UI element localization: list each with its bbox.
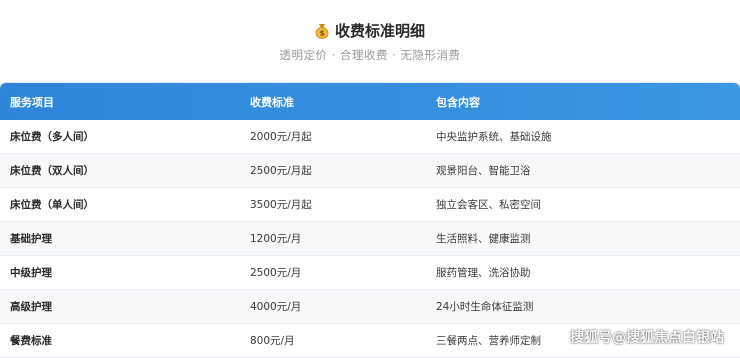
cell-service: 床位费（单人间） — [0, 187, 240, 222]
cell-service: 床位费（双人间） — [0, 153, 240, 188]
money-bag-icon: $ — [315, 23, 329, 39]
cell-price: 2000元/月起 — [240, 120, 426, 154]
title-row: $ 收费标准明细 — [0, 20, 740, 41]
page-subtitle: 透明定价 · 合理收费 · 无隐形消费 — [279, 48, 461, 62]
cell-service: 中级护理 — [0, 255, 240, 290]
cell-price: 800元/月 — [240, 323, 426, 358]
fee-table-container: 服务项目 收费标准 包含内容 床位费（多人间） 2000元/月起 中央监护系统、… — [0, 83, 740, 358]
cell-price: 2500元/月 — [240, 255, 426, 290]
svg-text:$: $ — [320, 29, 325, 37]
cell-includes: 24小时生命体征监测 — [426, 289, 740, 324]
page-title: 收费标准明细 — [334, 22, 425, 40]
table-row: 床位费（双人间） 2500元/月起 观景阳台、智能卫浴 — [0, 153, 740, 188]
cell-includes: 服药管理、洗浴协助 — [426, 255, 740, 290]
table-header-row: 服务项目 收费标准 包含内容 — [0, 83, 740, 120]
column-header-service: 服务项目 — [10, 95, 54, 109]
cell-price: 3500元/月起 — [240, 187, 426, 222]
column-header-price: 收费标准 — [250, 95, 294, 109]
column-header-includes: 包含内容 — [436, 95, 480, 109]
cell-price: 4000元/月 — [240, 289, 426, 324]
cell-includes: 中央监护系统、基础设施 — [426, 120, 740, 154]
cell-service: 基础护理 — [0, 221, 240, 256]
table-row: 基础护理 1200元/月 生活照料、健康监测 — [0, 221, 740, 256]
fee-table: 服务项目 收费标准 包含内容 床位费（多人间） 2000元/月起 中央监护系统、… — [0, 83, 740, 358]
cell-includes: 观景阳台、智能卫浴 — [426, 153, 740, 188]
cell-price: 1200元/月 — [240, 221, 426, 256]
cell-service: 高级护理 — [0, 289, 240, 324]
cell-includes: 独立会客区、私密空间 — [426, 187, 740, 222]
cell-service: 餐费标准 — [0, 323, 240, 358]
table-row: 床位费（多人间） 2000元/月起 中央监护系统、基础设施 — [0, 120, 740, 154]
cell-price: 2500元/月起 — [240, 153, 426, 188]
table-row: 中级护理 2500元/月 服药管理、洗浴协助 — [0, 255, 740, 290]
watermark: 搜狐号@搜狐焦点白银站 — [570, 330, 724, 346]
page-header: $ 收费标准明细 透明定价 · 合理收费 · 无隐形消费 — [0, 0, 740, 63]
cell-includes: 生活照料、健康监测 — [426, 221, 740, 256]
table-row: 床位费（单人间） 3500元/月起 独立会客区、私密空间 — [0, 187, 740, 222]
table-row: 高级护理 4000元/月 24小时生命体征监测 — [0, 289, 740, 324]
cell-service: 床位费（多人间） — [0, 120, 240, 154]
